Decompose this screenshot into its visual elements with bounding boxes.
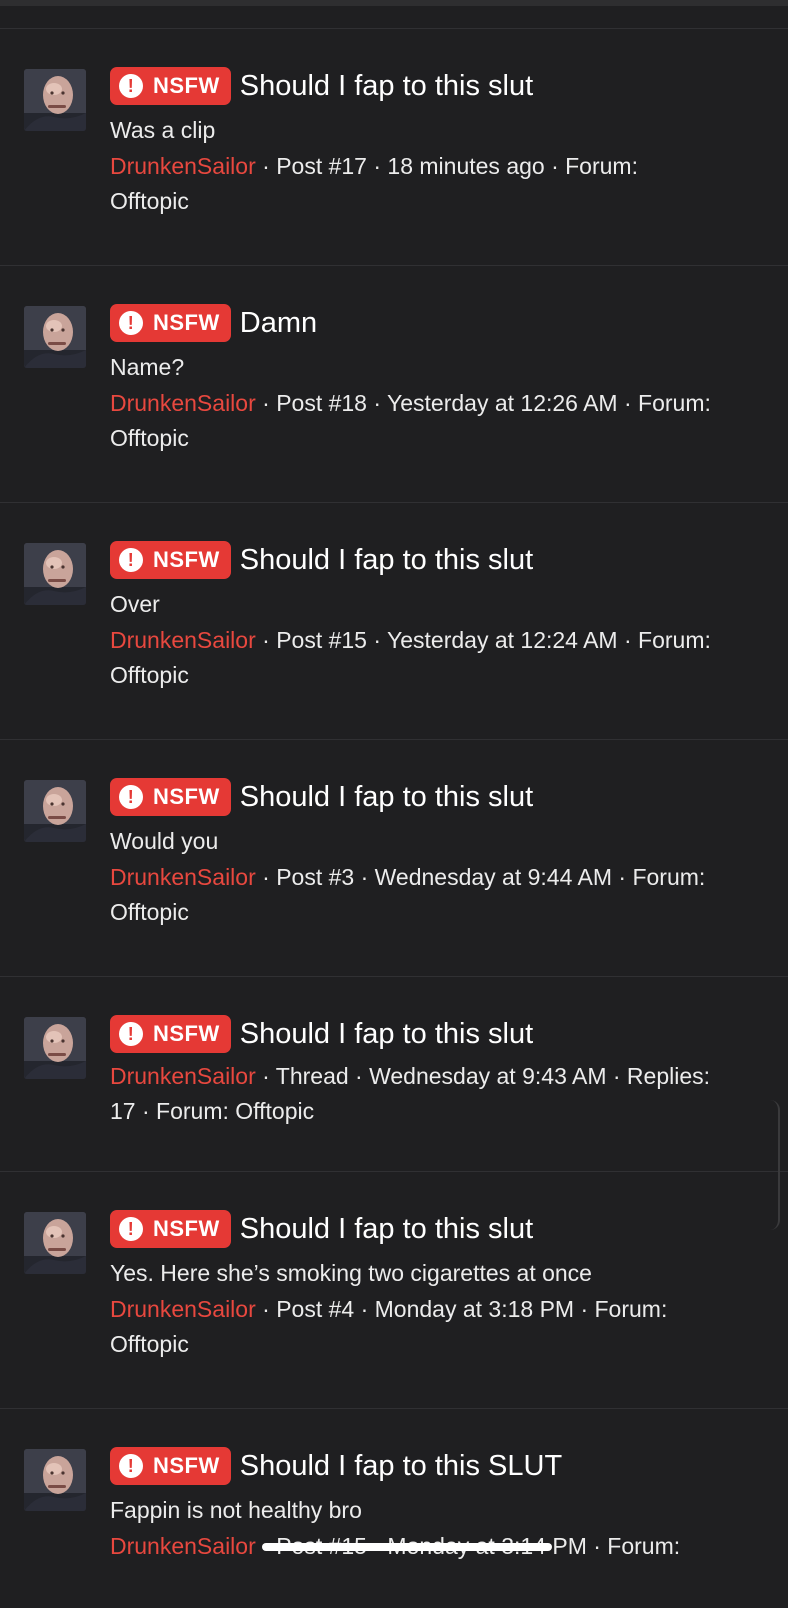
- search-results-list: ! NSFW Should I fap to this slut Was a c…: [0, 28, 788, 1608]
- avatar[interactable]: [24, 543, 86, 605]
- result-title[interactable]: Damn: [240, 307, 317, 340]
- avatar[interactable]: [24, 1449, 86, 1511]
- avatar[interactable]: [24, 69, 86, 131]
- search-result-item[interactable]: ! NSFW Should I fap to this slut Drunken…: [0, 976, 788, 1171]
- meta-line: · Post #17 · 18 minutes ago · Forum:: [255, 153, 638, 179]
- result-snippet: Was a clip: [110, 117, 216, 143]
- meta-line: · Post #4 · Monday at 3:18 PM · Forum:: [255, 1296, 668, 1322]
- author-link[interactable]: DrunkenSailor: [110, 627, 256, 653]
- result-title[interactable]: Should I fap to this slut: [240, 781, 533, 814]
- result-title[interactable]: Should I fap to this slut: [240, 70, 533, 103]
- meta-line-2: Offtopic: [110, 1331, 189, 1357]
- avatar[interactable]: [24, 780, 86, 842]
- result-meta: DrunkenSailor · Post #17 · 18 minutes ag…: [110, 149, 776, 219]
- search-result-item[interactable]: ! NSFW Should I fap to this slut Over Dr…: [0, 502, 788, 739]
- result-meta: DrunkenSailor · Post #4 · Monday at 3:18…: [110, 1292, 776, 1362]
- alert-icon: !: [119, 74, 143, 98]
- nsfw-badge: ! NSFW: [110, 67, 231, 105]
- result-title[interactable]: Should I fap to this slut: [240, 544, 533, 577]
- alert-icon: !: [119, 311, 143, 335]
- result-meta: DrunkenSailor · Post #15 · Yesterday at …: [110, 623, 776, 693]
- alert-icon: !: [119, 1454, 143, 1478]
- meta-line: · Post #18 · Yesterday at 12:26 AM · For…: [255, 390, 711, 416]
- avatar[interactable]: [24, 306, 86, 368]
- search-result-item[interactable]: ! NSFW Should I fap to this slut Yes. He…: [0, 1171, 788, 1408]
- meta-line-2: Offtopic: [110, 662, 189, 688]
- result-snippet: Over: [110, 591, 160, 617]
- result-snippet: Name?: [110, 354, 185, 380]
- nsfw-badge: ! NSFW: [110, 1447, 231, 1485]
- result-snippet: Would you: [110, 828, 219, 854]
- result-title[interactable]: Should I fap to this slut: [240, 1213, 533, 1246]
- result-snippet: Fappin is not healthy bro: [110, 1497, 362, 1523]
- author-link[interactable]: DrunkenSailor: [110, 1296, 256, 1322]
- avatar[interactable]: [24, 1212, 86, 1274]
- author-link[interactable]: DrunkenSailor: [110, 1533, 256, 1559]
- meta-line-2: Offtopic: [110, 425, 189, 451]
- result-meta: DrunkenSailor · Thread · Wednesday at 9:…: [110, 1059, 776, 1129]
- author-link[interactable]: DrunkenSailor: [110, 1063, 256, 1089]
- alert-icon: !: [119, 785, 143, 809]
- nsfw-badge: ! NSFW: [110, 1015, 231, 1053]
- top-bar: [0, 0, 788, 6]
- alert-icon: !: [119, 1217, 143, 1241]
- search-result-item[interactable]: ! NSFW Should I fap to this slut Was a c…: [0, 28, 788, 265]
- meta-line-2: 17 · Forum: Offtopic: [110, 1098, 315, 1124]
- result-meta: DrunkenSailor · Post #18 · Yesterday at …: [110, 386, 776, 456]
- nsfw-badge: ! NSFW: [110, 541, 231, 579]
- meta-line: · Post #3 · Wednesday at 9:44 AM · Forum…: [255, 864, 706, 890]
- search-result-item[interactable]: ! NSFW Should I fap to this SLUT Fappin …: [0, 1408, 788, 1608]
- nsfw-badge: ! NSFW: [110, 1210, 231, 1248]
- result-snippet: Yes. Here she’s smoking two cigarettes a…: [110, 1260, 592, 1286]
- search-result-item[interactable]: ! NSFW Damn Name? DrunkenSailor · Post #…: [0, 265, 788, 502]
- meta-line-2: Offtopic: [110, 899, 189, 925]
- meta-line-2: Offtopic: [110, 188, 189, 214]
- result-title[interactable]: Should I fap to this slut: [240, 1018, 533, 1051]
- author-link[interactable]: DrunkenSailor: [110, 390, 256, 416]
- avatar[interactable]: [24, 1017, 86, 1079]
- result-meta: DrunkenSailor · Post #3 · Wednesday at 9…: [110, 860, 776, 930]
- meta-line: · Post #15 · Yesterday at 12:24 AM · For…: [255, 627, 711, 653]
- nsfw-badge: ! NSFW: [110, 304, 231, 342]
- author-link[interactable]: DrunkenSailor: [110, 864, 256, 890]
- home-indicator[interactable]: [262, 1543, 552, 1551]
- meta-line: · Thread · Wednesday at 9:43 AM · Replie…: [255, 1063, 711, 1089]
- alert-icon: !: [119, 548, 143, 572]
- scrollbar[interactable]: [764, 1100, 780, 1230]
- search-result-item[interactable]: ! NSFW Should I fap to this slut Would y…: [0, 739, 788, 976]
- author-link[interactable]: DrunkenSailor: [110, 153, 256, 179]
- result-title[interactable]: Should I fap to this SLUT: [240, 1450, 562, 1483]
- nsfw-badge: ! NSFW: [110, 778, 231, 816]
- alert-icon: !: [119, 1022, 143, 1046]
